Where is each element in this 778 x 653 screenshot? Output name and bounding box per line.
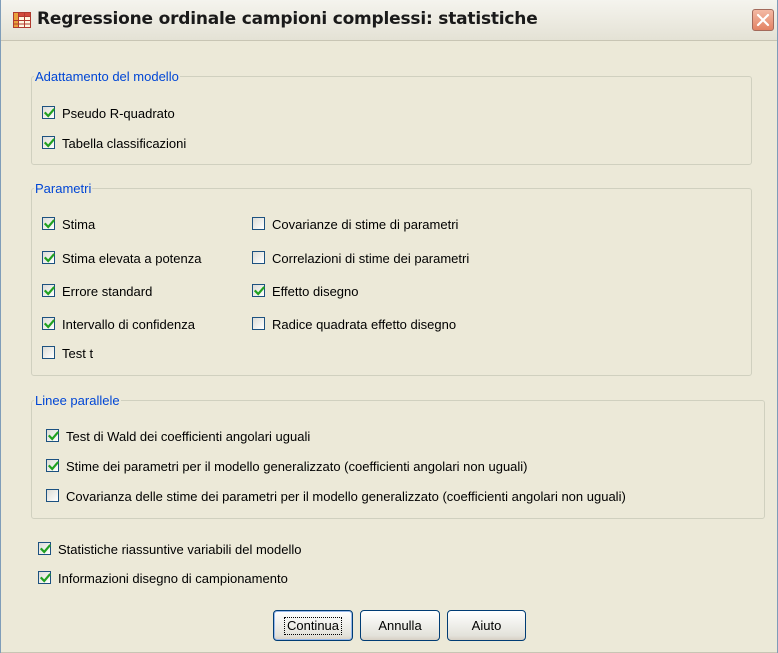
group-label-parametri: Parametri	[35, 181, 92, 196]
checkbox-box[interactable]	[46, 429, 60, 442]
checkbox-label: Radice quadrata effetto disegno	[272, 317, 457, 332]
close-button[interactable]	[752, 9, 774, 31]
checkbox-label: Tabella classificazioni	[62, 136, 187, 151]
checkmark-icon	[39, 573, 52, 583]
checkbox-box[interactable]	[42, 317, 56, 330]
checkmark-icon	[47, 431, 60, 441]
checkbox-box[interactable]	[252, 284, 266, 297]
checkbox-label: Effetto disegno	[272, 284, 359, 299]
checkbox-box[interactable]	[42, 217, 56, 230]
checkbox-label: Test t	[62, 346, 94, 361]
checkbox-box[interactable]	[46, 459, 60, 472]
checkbox-label: Correlazioni di stime dei parametri	[272, 251, 470, 266]
window-title: Regressione ordinale campioni complessi:…	[37, 9, 538, 29]
checkmark-icon	[253, 286, 266, 296]
checkbox-box[interactable]	[42, 284, 56, 297]
title-bar[interactable]: Regressione ordinale campioni complessi:…	[1, 0, 777, 41]
close-icon	[756, 13, 770, 27]
checkbox-box[interactable]	[42, 106, 56, 119]
checkbox-label: Intervallo di confidenza	[62, 317, 195, 332]
checkbox-label: Statistiche riassuntive variabili del mo…	[58, 542, 302, 557]
checkbox-label: Stime dei parametri per il modello gener…	[66, 459, 528, 474]
checkbox-box[interactable]	[252, 317, 265, 330]
checkbox-label: Covarianze di stime di parametri	[272, 217, 459, 232]
checkbox-box[interactable]	[42, 346, 55, 359]
checkmark-icon	[43, 219, 56, 229]
checkbox-label: Covarianza delle stime dei parametri per…	[66, 489, 626, 504]
annulla-label: Annulla	[378, 617, 422, 633]
checkmark-icon	[43, 286, 56, 296]
group-label-linee: Linee parallele	[35, 393, 120, 408]
table-grid-icon	[13, 12, 31, 28]
checkbox-box[interactable]	[38, 571, 52, 584]
aiuto-button[interactable]: Aiuto	[447, 610, 526, 641]
checkbox-label: Pseudo R-quadrato	[62, 106, 175, 121]
aiuto-label: Aiuto	[471, 617, 502, 633]
checkmark-icon	[47, 461, 60, 471]
group-label-adattamento: Adattamento del modello	[35, 69, 179, 84]
continua-button[interactable]: Continua	[273, 610, 353, 641]
checkbox-label: Errore standard	[62, 284, 153, 299]
checkbox-label: Test di Wald dei coefficienti angolari u…	[66, 429, 311, 444]
dialog-window: Regressione ordinale campioni complessi:…	[0, 0, 778, 653]
checkbox-label: Stima	[62, 217, 96, 232]
checkbox-box[interactable]	[38, 542, 52, 555]
checkmark-icon	[39, 544, 52, 554]
checkbox-box[interactable]	[42, 136, 56, 149]
checkbox-box[interactable]	[46, 489, 59, 502]
checkbox-box[interactable]	[252, 217, 265, 230]
continua-label: Continua	[283, 616, 343, 635]
annulla-button[interactable]: Annulla	[360, 610, 440, 641]
checkbox-label: Informazioni disegno di campionamento	[58, 571, 288, 586]
checkmark-icon	[43, 138, 56, 148]
checkbox-box[interactable]	[252, 251, 265, 264]
checkmark-icon	[43, 108, 56, 118]
checkbox-label: Stima elevata a potenza	[62, 251, 202, 266]
checkmark-icon	[43, 319, 56, 329]
group-parametri: Parametri	[31, 181, 752, 376]
checkmark-icon	[43, 253, 56, 263]
checkbox-box[interactable]	[42, 251, 56, 264]
